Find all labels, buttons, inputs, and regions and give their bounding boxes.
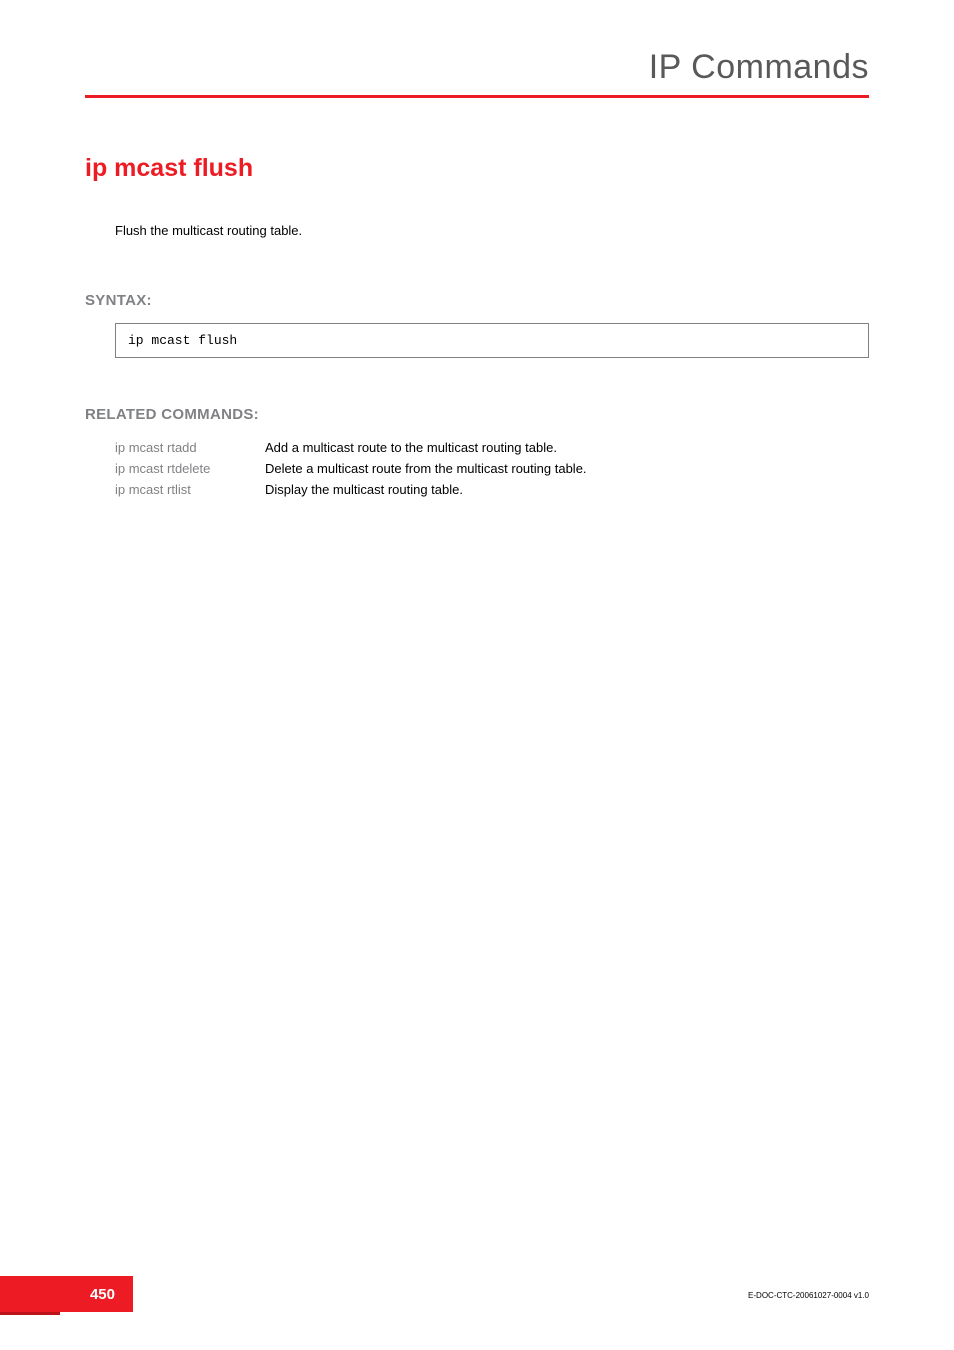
header-row: IP Commands xyxy=(85,48,869,87)
table-row: ip mcast rtadd Add a multicast route to … xyxy=(115,437,587,458)
related-command-desc: Delete a multicast route from the multic… xyxy=(265,458,587,479)
syntax-heading: SYNTAX: xyxy=(85,292,869,309)
command-description: Flush the multicast routing table. xyxy=(115,223,869,238)
command-title: ip mcast flush xyxy=(85,154,869,183)
related-command-name[interactable]: ip mcast rtlist xyxy=(115,479,265,500)
related-commands-table: ip mcast rtadd Add a multicast route to … xyxy=(115,437,587,500)
page-number: 450 xyxy=(90,1286,115,1303)
related-command-name[interactable]: ip mcast rtdelete xyxy=(115,458,265,479)
related-commands-heading: RELATED COMMANDS: xyxy=(85,406,869,423)
chapter-title: IP Commands xyxy=(649,48,869,87)
syntax-code-block: ip mcast flush xyxy=(115,323,869,358)
table-row: ip mcast rtlist Display the multicast ro… xyxy=(115,479,587,500)
document-reference: E-DOC-CTC-20061027-0004 v1.0 xyxy=(748,1291,869,1300)
page-number-block: 450 xyxy=(0,1276,135,1312)
header-rule xyxy=(85,95,869,98)
page-tab: 450 xyxy=(0,1276,133,1312)
table-row: ip mcast rtdelete Delete a multicast rou… xyxy=(115,458,587,479)
page-container: IP Commands ip mcast flush Flush the mul… xyxy=(0,0,954,500)
related-command-desc: Display the multicast routing table. xyxy=(265,479,587,500)
footer: 450 E-DOC-CTC-20061027-0004 v1.0 xyxy=(0,1276,954,1312)
related-command-desc: Add a multicast route to the multicast r… xyxy=(265,437,587,458)
related-command-name[interactable]: ip mcast rtadd xyxy=(115,437,265,458)
